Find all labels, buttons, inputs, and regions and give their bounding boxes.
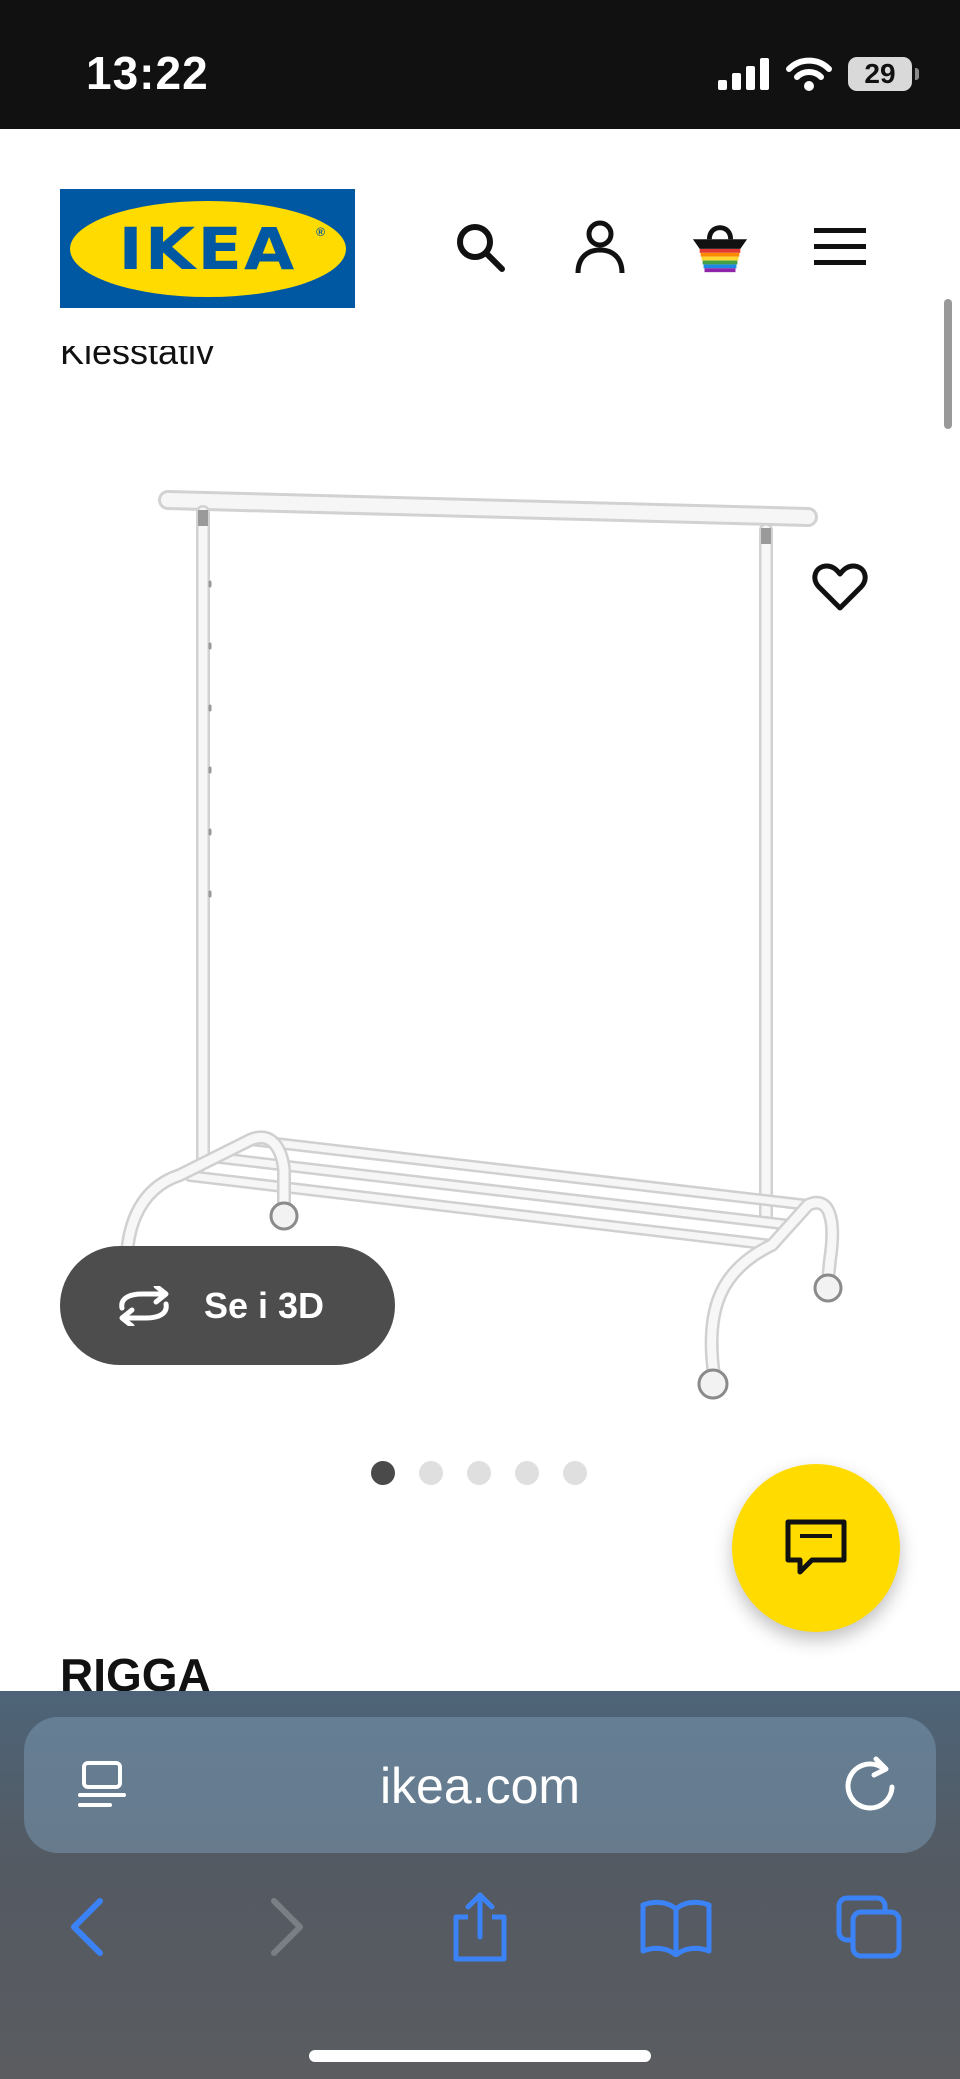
carousel-dot[interactable] bbox=[515, 1461, 539, 1485]
account-button[interactable] bbox=[570, 217, 630, 277]
back-button[interactable] bbox=[48, 1887, 128, 1967]
carousel-dot[interactable] bbox=[371, 1461, 395, 1485]
hamburger-menu-icon bbox=[814, 228, 866, 265]
cellular-signal-icon bbox=[718, 58, 769, 90]
logo-oval: IKEA bbox=[69, 200, 346, 297]
bookmarks-button[interactable] bbox=[636, 1887, 716, 1967]
browser-toolbar: ikea.com bbox=[0, 1691, 960, 2079]
image-carousel-dots bbox=[371, 1461, 587, 1485]
forward-icon bbox=[271, 1898, 303, 1956]
home-indicator[interactable] bbox=[309, 2050, 651, 2062]
rotate-3d-icon bbox=[119, 1285, 169, 1326]
view-in-3d-button[interactable]: Se i 3D bbox=[60, 1246, 395, 1365]
account-icon bbox=[575, 220, 625, 274]
product-category-text: Klesstativ bbox=[60, 346, 215, 372]
status-bar: 13:22 29 bbox=[0, 0, 960, 129]
reload-icon[interactable] bbox=[838, 1753, 902, 1817]
address-bar[interactable]: ikea.com bbox=[24, 1717, 936, 1853]
forward-button[interactable] bbox=[246, 1887, 326, 1967]
ikea-logo[interactable]: IKEA ® bbox=[60, 189, 355, 308]
carousel-dot[interactable] bbox=[467, 1461, 491, 1485]
chat-bubble-icon bbox=[785, 1519, 847, 1575]
view-in-3d-label: Se i 3D bbox=[204, 1284, 325, 1326]
battery-indicator: 29 bbox=[848, 57, 919, 91]
share-button[interactable] bbox=[440, 1887, 520, 1967]
menu-button[interactable] bbox=[810, 217, 870, 277]
wifi-icon bbox=[786, 57, 832, 91]
logo-text: IKEA bbox=[118, 214, 297, 283]
browser-nav-row bbox=[0, 1887, 960, 1967]
chat-button[interactable] bbox=[732, 1464, 900, 1632]
bookmarks-icon bbox=[640, 1899, 712, 1957]
shopping-basket-icon bbox=[692, 225, 748, 273]
back-icon bbox=[71, 1898, 103, 1956]
site-header: IKEA ® bbox=[0, 129, 960, 429]
heart-icon bbox=[812, 563, 868, 611]
shopping-basket-button[interactable] bbox=[690, 217, 750, 277]
status-icons: 29 bbox=[718, 54, 919, 94]
tabs-icon bbox=[836, 1895, 902, 1959]
search-icon bbox=[457, 224, 505, 272]
carousel-dot[interactable] bbox=[563, 1461, 587, 1485]
status-time: 13:22 bbox=[86, 47, 209, 99]
share-icon bbox=[453, 1892, 507, 1962]
carousel-dot[interactable] bbox=[419, 1461, 443, 1485]
logo-registered-mark: ® bbox=[316, 225, 325, 239]
url-text[interactable]: ikea.com bbox=[24, 1757, 936, 1815]
page-scrollbar[interactable] bbox=[944, 299, 952, 429]
search-button[interactable] bbox=[450, 217, 510, 277]
tabs-button[interactable] bbox=[830, 1887, 910, 1967]
favorite-button[interactable] bbox=[808, 555, 872, 619]
